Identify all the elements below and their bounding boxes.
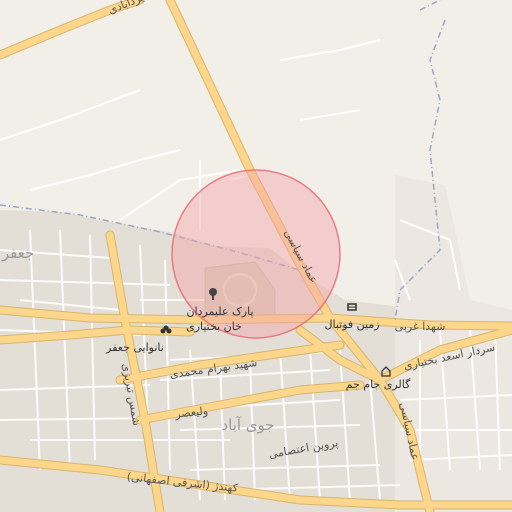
label-bakery: نانوایی جعفر [105, 341, 164, 354]
map-canvas[interactable]: یزدآبادی جعفر عماد سیاسی پارک علیمردان خ… [0, 0, 512, 512]
label-shohada-gharbi: شهدا غربی [395, 320, 446, 333]
label-park-line2: خان بختیاری [186, 320, 242, 333]
map-svg[interactable]: یزدآبادی جعفر عماد سیاسی پارک علیمردان خ… [0, 0, 512, 512]
label-gallery: گالری جام جم [346, 378, 411, 391]
label-joy-abad: جوی آباد [221, 416, 274, 434]
label-park-line1: پارک علیمردان [186, 305, 253, 318]
label-top-left-road: یزدآبادی [106, 0, 146, 17]
label-area-left: جعفر [1, 244, 34, 262]
label-football-field: زمین فوتبال [324, 318, 379, 331]
